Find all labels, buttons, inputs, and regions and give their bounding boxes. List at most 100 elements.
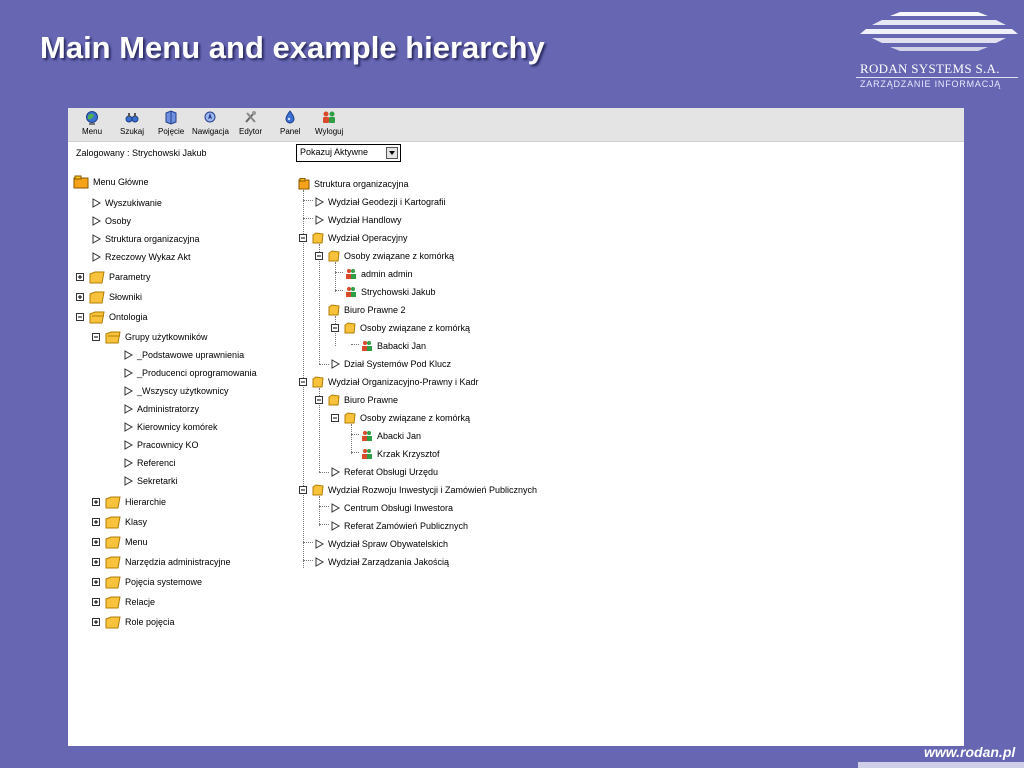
tree-person[interactable]: Abacki Jan xyxy=(361,428,421,444)
toolbar-navigation-button[interactable]: Nawigacja xyxy=(192,110,229,136)
tree-node[interactable]: Wydział Operacyjny xyxy=(299,230,407,246)
chevron-down-icon[interactable] xyxy=(386,147,398,159)
folder-open-icon xyxy=(344,412,356,424)
folder-open-icon xyxy=(312,232,324,244)
tree-node[interactable]: Biuro Prawne xyxy=(315,392,398,408)
folder-open-icon xyxy=(105,331,121,344)
group-item[interactable]: _Wszyscy użytkownicy xyxy=(124,383,229,399)
status-filter-select[interactable]: Pokazuj Aktywne xyxy=(296,144,401,162)
tree-connector xyxy=(351,424,352,454)
group-item[interactable]: Referenci xyxy=(124,455,176,471)
collapse-minus-icon[interactable] xyxy=(331,414,339,422)
tree-node[interactable]: Wydział Handlowy xyxy=(315,212,401,228)
tree-node[interactable]: Wydział Rozwoju Inwestycji i Zamówień Pu… xyxy=(299,482,537,498)
tree-node[interactable]: Wydział Spraw Obywatelskich xyxy=(315,536,448,552)
toolbar-panel-button[interactable]: Panel xyxy=(280,110,300,136)
menu-item-rwa[interactable]: Rzeczowy Wykaz Akt xyxy=(92,249,190,265)
tree-connector xyxy=(351,344,359,345)
folder-icon xyxy=(105,596,121,609)
menu-root[interactable]: Menu Główne xyxy=(73,174,149,190)
tree-node[interactable]: Biuro Prawne 2 xyxy=(315,302,406,318)
slide-title: Main Menu and example hierarchy xyxy=(40,30,545,65)
toolbar-concept-button[interactable]: Pojęcie xyxy=(158,110,184,136)
menu-item-grupy[interactable]: Grupy użytkowników xyxy=(92,329,208,345)
expand-plus-icon[interactable] xyxy=(76,273,84,281)
toolbar-search-button[interactable]: Szukaj xyxy=(120,110,144,136)
tree-node[interactable]: Centrum Obsługi Inwestora xyxy=(331,500,453,516)
menu-item-struktura[interactable]: Struktura organizacyjna xyxy=(92,231,200,247)
leaf-triangle-icon xyxy=(124,476,133,486)
tree-node[interactable]: Osoby związane z komórką xyxy=(315,248,454,264)
leaf-triangle-icon xyxy=(92,252,101,262)
menu-item-ontologia[interactable]: Ontologia xyxy=(76,309,148,325)
collapse-minus-icon[interactable] xyxy=(331,324,339,332)
tree-node[interactable]: Wydział Geodezji i Kartografii xyxy=(315,194,445,210)
expand-plus-icon[interactable] xyxy=(92,538,100,546)
tree-node[interactable]: Wydział Organizacyjno-Prawny i Kadr xyxy=(299,374,478,390)
expand-plus-icon[interactable] xyxy=(92,518,100,526)
menu-item-pojecia[interactable]: Pojęcia systemowe xyxy=(92,574,202,590)
tree-connector xyxy=(303,560,313,561)
group-item[interactable]: _Producenci oprogramowania xyxy=(124,365,257,381)
toolbar-logout-button[interactable]: Wyloguj xyxy=(315,110,343,136)
tree-connector xyxy=(319,364,329,365)
tree-node[interactable]: Osoby związane z komórką xyxy=(331,320,470,336)
collapse-minus-icon[interactable] xyxy=(299,378,307,386)
leaf-triangle-icon xyxy=(124,368,133,378)
toolbar-editor-button[interactable]: Edytor xyxy=(239,110,262,136)
tree-connector xyxy=(303,200,313,201)
menu-item-narzedzia[interactable]: Narzędzia administracyjne xyxy=(92,554,231,570)
expand-plus-icon[interactable] xyxy=(92,618,100,626)
tree-node[interactable]: Referat Obsługi Urzędu xyxy=(331,464,438,480)
tree-root[interactable]: Struktura organizacyjna xyxy=(298,176,409,192)
tree-node[interactable]: Referat Zamówień Publicznych xyxy=(331,518,468,534)
menu-item-wyszukiwanie[interactable]: Wyszukiwanie xyxy=(92,195,162,211)
tree-person[interactable]: Krzak Krzysztof xyxy=(361,446,440,462)
toolbar-menu-button[interactable]: Menu xyxy=(82,110,102,136)
tree-node[interactable]: Dział Systemów Pod Klucz xyxy=(331,356,451,372)
group-item[interactable]: Sekretarki xyxy=(124,473,178,489)
menu-item-hierarchie[interactable]: Hierarchie xyxy=(92,494,166,510)
group-item[interactable]: Administratorzy xyxy=(124,401,199,417)
menu-item-klasy[interactable]: Klasy xyxy=(92,514,147,530)
menu-item-role[interactable]: Role pojęcia xyxy=(92,614,175,630)
collapse-minus-icon[interactable] xyxy=(76,313,84,321)
collapse-minus-icon[interactable] xyxy=(92,333,100,341)
collapse-minus-icon[interactable] xyxy=(299,486,307,494)
expand-plus-icon[interactable] xyxy=(92,558,100,566)
menu-item-parametry[interactable]: Parametry xyxy=(76,269,151,285)
collapse-minus-icon[interactable] xyxy=(315,396,323,404)
leaf-triangle-icon xyxy=(315,539,324,549)
tree-connector xyxy=(351,434,359,435)
globe-icon xyxy=(86,111,98,125)
group-item[interactable]: Pracownicy KO xyxy=(124,437,199,453)
group-item[interactable]: _Podstawowe uprawnienia xyxy=(124,347,244,363)
menu-item-relacje[interactable]: Relacje xyxy=(92,594,155,610)
leaf-triangle-icon xyxy=(315,557,324,567)
tree-person[interactable]: Strychowski Jakub xyxy=(345,284,436,300)
tree-node[interactable]: Wydział Zarządzania Jakością xyxy=(315,554,449,570)
menu-item-osoby[interactable]: Osoby xyxy=(92,213,131,229)
group-item[interactable]: Kierownicy komórek xyxy=(124,419,218,435)
users-icon xyxy=(362,449,372,459)
folder-icon xyxy=(105,516,121,529)
menu-item-menu[interactable]: Menu xyxy=(92,534,148,550)
expand-plus-icon[interactable] xyxy=(76,293,84,301)
menu-item-slowniki[interactable]: Słowniki xyxy=(76,289,142,305)
expand-plus-icon[interactable] xyxy=(92,578,100,586)
collapse-minus-icon[interactable] xyxy=(299,234,307,242)
concept-icon xyxy=(165,110,177,125)
expand-plus-icon[interactable] xyxy=(92,598,100,606)
folder-icon xyxy=(105,556,121,569)
tree-node[interactable]: Osoby związane z komórką xyxy=(331,410,470,426)
collapse-minus-icon[interactable] xyxy=(315,252,323,260)
expand-plus-icon[interactable] xyxy=(92,498,100,506)
tree-connector xyxy=(303,218,313,219)
leaf-triangle-icon xyxy=(124,458,133,468)
folder-root-icon xyxy=(298,178,310,190)
folder-open-icon xyxy=(89,311,105,324)
tree-person[interactable]: admin admin xyxy=(345,266,413,282)
folder-icon xyxy=(105,616,121,629)
leaf-triangle-icon xyxy=(331,359,340,369)
tree-person[interactable]: Babacki Jan xyxy=(361,338,426,354)
